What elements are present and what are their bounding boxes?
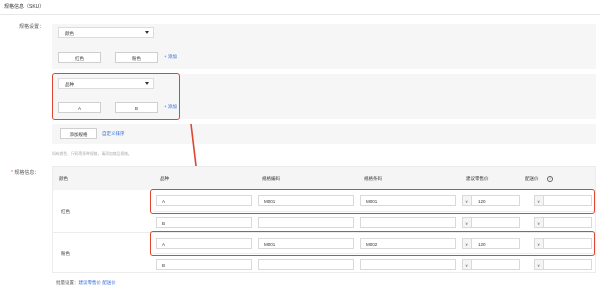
- cell-text: B: [162, 221, 166, 226]
- retail-price-input[interactable]: ¥: [462, 259, 520, 270]
- table-header: 颜色 品种 规格编码 规格条码 建议零售价 配送价 ?: [53, 167, 595, 190]
- highlight-box-row-pink-a: [150, 231, 595, 256]
- variant-input[interactable]: B: [156, 217, 252, 228]
- spec-info-label: * 规格信息：: [11, 171, 39, 176]
- spec-hint: 如有颜色、尺码等多种规格，请添加商品规格。: [52, 152, 132, 156]
- col-barcode: 规格条码: [364, 176, 382, 181]
- add-value-link[interactable]: + 添加: [164, 54, 177, 60]
- currency-prefix: ¥: [535, 260, 544, 269]
- currency-symbol: ¥: [537, 263, 540, 268]
- question-circle-icon: ?: [547, 176, 553, 182]
- currency-symbol: ¥: [465, 221, 468, 226]
- spec-name-select-color[interactable]: 颜色: [58, 27, 154, 38]
- variant-input[interactable]: B: [156, 259, 252, 270]
- delivery-price-input[interactable]: ¥: [534, 259, 592, 270]
- col-retail-price: 建议零售价: [466, 176, 489, 181]
- highlight-box-row-red-a: [150, 189, 595, 214]
- spec-info-label-text: 规格信息：: [14, 170, 40, 176]
- spec-value-text: 粉色: [132, 56, 141, 61]
- spec-group-color: 颜色 红色 粉色 + 添加: [52, 24, 596, 69]
- required-mark: *: [11, 170, 13, 176]
- barcode-input[interactable]: [360, 259, 456, 270]
- col-code: 规格编码: [262, 176, 280, 181]
- spec-value-text: 红色: [75, 56, 84, 61]
- delivery-price-input[interactable]: ¥: [534, 217, 592, 228]
- code-input[interactable]: [258, 259, 354, 270]
- spec-value-pink[interactable]: 粉色: [115, 52, 158, 63]
- row-color-red: 红色: [61, 209, 70, 214]
- currency-symbol: ¥: [537, 221, 540, 226]
- row-color-pink: 粉色: [61, 251, 70, 256]
- section-divider: [0, 14, 600, 15]
- currency-prefix: ¥: [463, 218, 472, 227]
- bulk-delivery-price-link[interactable]: 配送价: [102, 280, 116, 285]
- col-variant: 品种: [160, 176, 169, 181]
- add-spec-bar: 添加规格 自定义排序: [52, 124, 596, 144]
- bulk-settings-label: 批量设置：: [56, 280, 79, 285]
- spec-name-value: 颜色: [65, 31, 74, 36]
- bulk-retail-price-link[interactable]: 建议零售价: [79, 280, 102, 285]
- retail-price-input[interactable]: ¥: [462, 217, 520, 228]
- cell-text: B: [162, 263, 166, 268]
- spec-value-red[interactable]: 红色: [58, 52, 101, 63]
- highlight-box-spec-group: [52, 73, 180, 120]
- chevron-down-icon: [145, 31, 149, 34]
- code-input[interactable]: [258, 217, 354, 228]
- col-color: 颜色: [59, 176, 68, 181]
- custom-sort-link[interactable]: 自定义排序: [102, 131, 125, 137]
- currency-symbol: ¥: [465, 263, 468, 268]
- sku-table: 颜色 品种 规格编码 规格条码 建议零售价 配送价 ? 红色 粉色 A M001…: [52, 166, 597, 273]
- add-spec-button[interactable]: 添加规格: [60, 128, 97, 139]
- section-title: 规格信息（SKU）: [4, 4, 45, 10]
- currency-prefix: ¥: [535, 218, 544, 227]
- spec-settings-label: 规格设置：: [19, 24, 45, 30]
- bulk-settings: 批量设置：建议零售价 配送价: [56, 280, 116, 286]
- add-spec-button-label: 添加规格: [69, 132, 88, 137]
- barcode-input[interactable]: [360, 217, 456, 228]
- col-delivery-price: 配送价: [525, 176, 539, 181]
- currency-prefix: ¥: [463, 260, 472, 269]
